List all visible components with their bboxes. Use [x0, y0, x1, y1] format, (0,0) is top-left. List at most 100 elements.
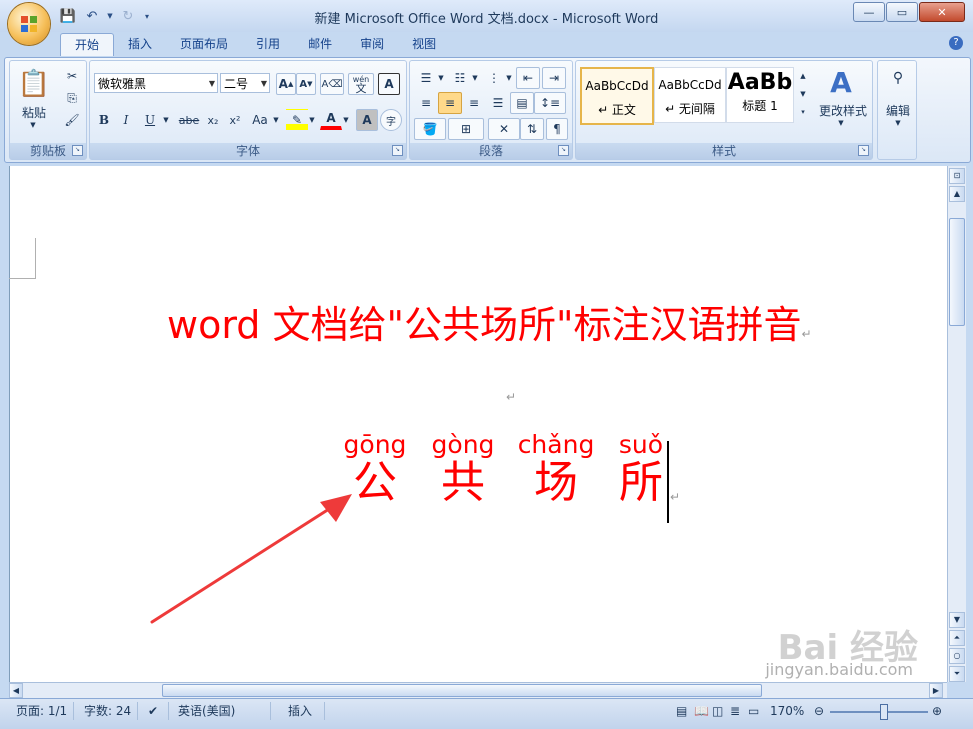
cut-icon[interactable]: ✂: [62, 65, 82, 87]
vertical-scroll-thumb[interactable]: [949, 218, 965, 326]
font-size-combo[interactable]: 二号 ▼: [220, 73, 270, 93]
justify-icon[interactable]: ☰: [486, 92, 510, 114]
superscript-button[interactable]: x²: [224, 109, 246, 131]
change-styles-dropdown-icon[interactable]: ▼: [834, 117, 848, 129]
sort-icon[interactable]: ⇅: [520, 118, 544, 140]
decrease-indent-icon[interactable]: ⇤: [516, 67, 540, 89]
change-styles-icon[interactable]: A: [814, 65, 868, 99]
shading-icon[interactable]: 🪣: [414, 118, 446, 140]
styles-more-icon[interactable]: ▾: [796, 103, 810, 121]
change-case-button[interactable]: Aa: [248, 109, 272, 131]
status-page[interactable]: 页面: 1/1: [10, 702, 75, 720]
tab-insert[interactable]: 插入: [114, 33, 166, 55]
close-button[interactable]: ✕: [919, 2, 965, 22]
scroll-up-icon[interactable]: ▲: [949, 186, 965, 202]
enclose-char-button[interactable]: 字: [380, 109, 402, 131]
style-no-spacing[interactable]: AaBbCcDd ↵ 无间隔: [654, 67, 726, 123]
chinese-layout-icon[interactable]: ✕: [488, 118, 520, 140]
editing-dropdown-icon[interactable]: ▼: [892, 117, 904, 129]
ruby-chang[interactable]: chǎng 场: [516, 432, 596, 508]
char-shading-button[interactable]: A: [356, 109, 378, 131]
font-color-dropdown-icon[interactable]: ▼: [340, 109, 352, 131]
horizontal-scrollbar[interactable]: ◀ ▶: [9, 682, 947, 699]
select-browse-object-icon[interactable]: ○: [949, 648, 965, 664]
view-draft-icon[interactable]: ▭: [742, 702, 765, 720]
copy-icon[interactable]: ⎘: [62, 87, 82, 109]
tab-mailings[interactable]: 邮件: [294, 33, 346, 55]
align-center-icon[interactable]: ≡: [438, 92, 462, 114]
paste-icon[interactable]: 📋: [16, 65, 52, 103]
minimize-button[interactable]: —: [853, 2, 885, 22]
bullets-dropdown-icon[interactable]: ▼: [436, 67, 446, 89]
bold-button[interactable]: B: [94, 109, 114, 131]
style-normal[interactable]: AaBbCcDd ↵ 正文: [580, 67, 654, 125]
highlight-icon[interactable]: ✎: [286, 109, 308, 131]
zoom-in-icon[interactable]: ⊕: [926, 702, 948, 720]
highlight-dropdown-icon[interactable]: ▼: [306, 109, 318, 131]
zoom-slider-thumb[interactable]: [880, 704, 888, 720]
ruler-toggle-icon[interactable]: ⊡: [949, 168, 965, 184]
document-heading[interactable]: word 文档给"公共场所"标注汉语拼音↵: [167, 294, 812, 349]
align-left-icon[interactable]: ≡: [414, 92, 438, 114]
status-word-count[interactable]: 字数: 24: [78, 702, 139, 720]
proofing-icon[interactable]: ✔: [142, 702, 169, 720]
shrink-font-button[interactable]: A ▼: [296, 73, 316, 95]
horizontal-scroll-thumb[interactable]: [162, 684, 762, 697]
status-language[interactable]: 英语(美国): [172, 702, 271, 720]
numbering-icon[interactable]: ☷: [448, 67, 472, 89]
multilevel-dropdown-icon[interactable]: ▼: [504, 67, 514, 89]
grow-font-button[interactable]: A ▲: [276, 73, 296, 95]
increase-indent-icon[interactable]: ⇥: [542, 67, 566, 89]
scroll-left-icon[interactable]: ◀: [9, 683, 23, 698]
strikethrough-button[interactable]: abe: [176, 109, 202, 131]
clear-format-button[interactable]: A ⌫: [320, 73, 344, 95]
styles-launcher-icon[interactable]: ↘: [858, 145, 869, 156]
next-page-icon[interactable]: ⏷: [949, 666, 965, 682]
distribute-icon[interactable]: ▤: [510, 92, 534, 114]
help-icon[interactable]: ?: [949, 36, 963, 50]
line-spacing-icon[interactable]: ↕≡: [534, 92, 566, 114]
office-button[interactable]: [8, 3, 50, 45]
phonetic-guide-button[interactable]: wén 文: [348, 73, 374, 95]
tab-view[interactable]: 视图: [398, 33, 450, 55]
zoom-out-icon[interactable]: ⊖: [808, 702, 830, 720]
maximize-button[interactable]: ▭: [886, 2, 918, 22]
ruby-gong2[interactable]: gòng 共: [430, 432, 496, 508]
font-launcher-icon[interactable]: ↘: [392, 145, 403, 156]
tab-page-layout[interactable]: 页面布局: [166, 33, 242, 55]
clipboard-launcher-icon[interactable]: ↘: [72, 145, 83, 156]
status-insert-mode[interactable]: 插入: [282, 702, 325, 720]
tab-references[interactable]: 引用: [242, 33, 294, 55]
align-right-icon[interactable]: ≡: [462, 92, 486, 114]
ruby-suo[interactable]: suǒ 所: [612, 432, 670, 508]
tab-home[interactable]: 开始: [60, 33, 115, 56]
previous-page-icon[interactable]: ⏶: [949, 630, 965, 646]
zoom-slider-track[interactable]: [830, 711, 928, 713]
style-heading-1[interactable]: AaBb 标题 1: [726, 67, 794, 123]
format-painter-icon[interactable]: 🖌: [62, 109, 82, 131]
binoculars-icon[interactable]: ⚲: [882, 67, 914, 89]
bullets-icon[interactable]: ☰: [414, 67, 438, 89]
borders-icon[interactable]: ⊞: [448, 118, 484, 140]
font-name-combo[interactable]: 微软雅黑 ▼: [94, 73, 218, 93]
char-border-button[interactable]: A: [378, 73, 400, 95]
annotation-arrow-icon: [150, 494, 352, 624]
show-marks-icon[interactable]: ¶: [546, 118, 568, 140]
font-color-button[interactable]: A: [320, 109, 342, 130]
paragraph-launcher-icon[interactable]: ↘: [558, 145, 569, 156]
multilevel-list-icon[interactable]: ⋮: [482, 67, 506, 89]
underline-dropdown-icon[interactable]: ▼: [160, 109, 172, 131]
change-case-dropdown-icon[interactable]: ▼: [270, 109, 282, 131]
underline-button[interactable]: U: [138, 109, 162, 131]
numbering-dropdown-icon[interactable]: ▼: [470, 67, 480, 89]
scroll-right-icon[interactable]: ▶: [929, 683, 943, 698]
vertical-scrollbar[interactable]: ⊡ ▲ ▼ ⏶ ○ ⏷: [947, 166, 966, 682]
tab-review[interactable]: 审阅: [346, 33, 398, 55]
scroll-down-icon[interactable]: ▼: [949, 612, 965, 628]
status-zoom-level[interactable]: 170%: [764, 702, 810, 720]
subscript-button[interactable]: x₂: [202, 109, 224, 131]
styles-scroll-down-icon[interactable]: ▼: [796, 85, 810, 103]
styles-scroll-up-icon[interactable]: ▲: [796, 67, 810, 85]
italic-button[interactable]: I: [116, 109, 136, 131]
paste-dropdown-icon[interactable]: ▼: [26, 119, 40, 131]
